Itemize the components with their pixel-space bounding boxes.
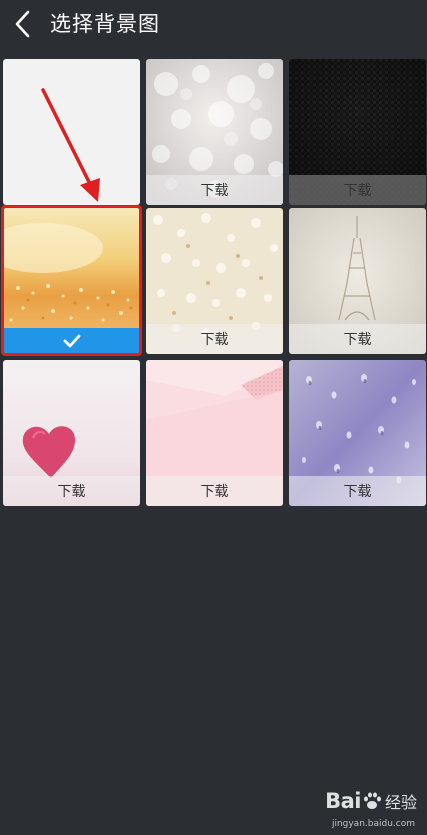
- wallpaper-tile-purple-raindrops[interactable]: 下载: [289, 360, 426, 506]
- watermark-logo-text: Bai: [325, 789, 361, 813]
- paw-icon: [363, 792, 381, 809]
- download-bar[interactable]: 下载: [146, 175, 283, 205]
- download-label: 下载: [200, 183, 229, 199]
- wallpaper-tile-golden-glitter[interactable]: [3, 208, 140, 354]
- download-label: 下载: [200, 332, 229, 348]
- wallpaper-tile-pink-paper[interactable]: 下载: [146, 360, 283, 506]
- wallpaper-tile-eiffel-tower[interactable]: 下载: [289, 208, 426, 354]
- download-bar[interactable]: 下载: [289, 476, 426, 506]
- checkmark-icon: [63, 334, 80, 348]
- wallpaper-tile-silver-bokeh[interactable]: 下载: [146, 59, 283, 205]
- download-label: 下载: [343, 332, 372, 348]
- wallpaper-tile-black-carbon[interactable]: 下载: [289, 59, 426, 205]
- back-button[interactable]: [10, 8, 40, 40]
- baidu-jingyan-watermark: Bai 经验 jingyan.baidu.com: [287, 789, 417, 829]
- download-label: 下载: [343, 183, 372, 199]
- download-bar[interactable]: 下载: [3, 476, 140, 506]
- download-label: 下载: [200, 484, 229, 500]
- watermark-url: jingyan.baidu.com: [331, 819, 415, 829]
- wallpaper-thumbnail: [3, 59, 140, 205]
- wallpaper-tile-pink-heart[interactable]: 下载: [3, 360, 140, 506]
- wallpaper-tile-plain-white[interactable]: [3, 59, 140, 205]
- watermark-logo-suffix: 经验: [384, 793, 417, 812]
- selected-bar: [3, 328, 140, 354]
- download-label: 下载: [343, 484, 372, 500]
- wallpaper-tile-cream-floral[interactable]: 下载: [146, 208, 283, 354]
- top-bar: 选择背景图: [0, 0, 427, 50]
- chevron-left-icon: [15, 10, 30, 38]
- page-title: 选择背景图: [50, 12, 160, 36]
- watermark-logo: Bai 经验: [325, 789, 417, 813]
- download-bar[interactable]: 下载: [146, 324, 283, 354]
- download-bar[interactable]: 下载: [146, 476, 283, 506]
- download-bar[interactable]: 下载: [289, 324, 426, 354]
- download-label: 下载: [57, 484, 86, 500]
- download-bar[interactable]: 下载: [289, 175, 426, 205]
